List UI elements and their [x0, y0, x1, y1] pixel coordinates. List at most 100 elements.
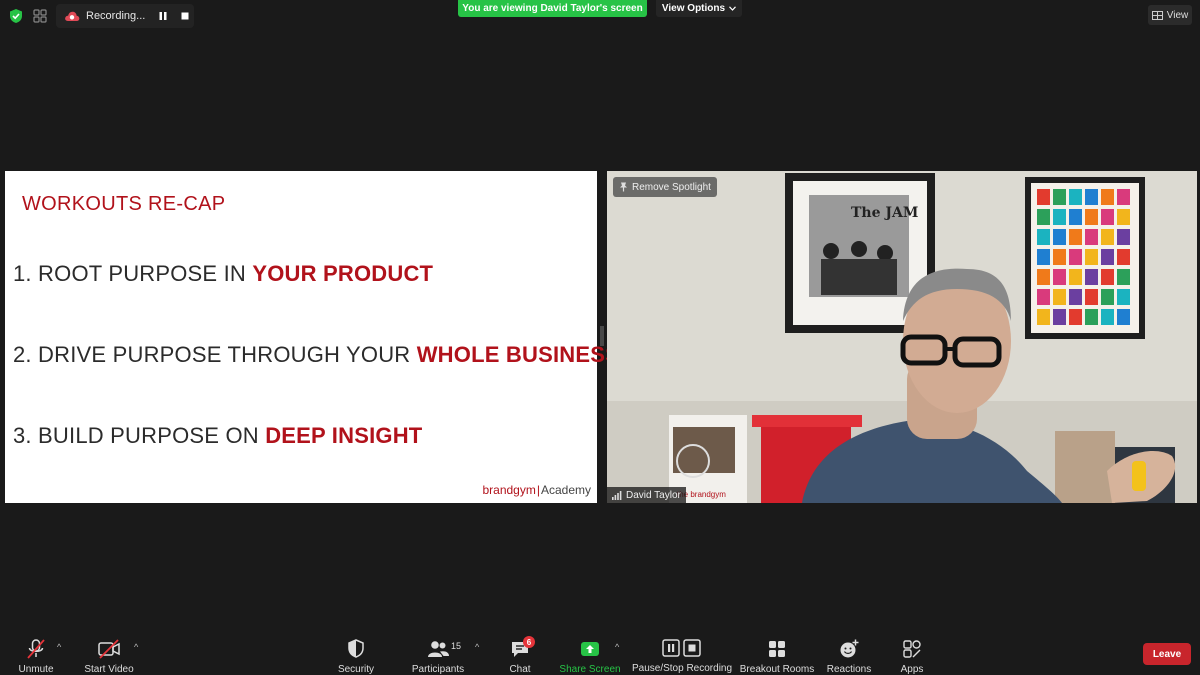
top-bar: Recording... You are viewing David Taylo… [0, 0, 1200, 32]
gallery-grid-icon[interactable] [32, 8, 48, 24]
print-tile [1069, 249, 1082, 265]
apps-button[interactable]: Apps [894, 628, 930, 675]
print-tile [1053, 309, 1066, 325]
print-tile [1117, 289, 1130, 305]
print-tile [1037, 209, 1050, 225]
print-tile [1069, 289, 1082, 305]
participants-button[interactable]: Participants [410, 628, 466, 675]
view-options-label: View Options [661, 3, 726, 14]
security-label: Security [337, 664, 375, 675]
print-tile [1101, 209, 1114, 225]
participants-caret-icon[interactable]: ^ [475, 642, 479, 652]
smiley-plus-icon [840, 639, 859, 658]
viewing-screen-banner: You are viewing David Taylor's screen [458, 0, 647, 17]
logo-brand: brandgym [482, 483, 536, 497]
print-tile [1053, 289, 1066, 305]
share-screen-label: Share Screen [559, 664, 621, 675]
speaker-video-tile: The JAM the brandgym Remove Spotlight Da… [607, 171, 1197, 503]
print-tile [1085, 289, 1098, 305]
security-button[interactable]: Security [333, 628, 379, 675]
poster-text: The JAM [851, 205, 918, 221]
start-video-button[interactable]: Start Video [80, 628, 138, 675]
print-tile [1117, 189, 1130, 205]
leave-button[interactable]: Leave [1143, 643, 1191, 665]
pause-recording-icon[interactable] [158, 11, 168, 21]
chevron-down-icon [729, 6, 737, 11]
print-tile [1101, 309, 1114, 325]
slide-point-emphasis: WHOLE BUSINESS [416, 342, 620, 367]
participants-label: Participants [411, 664, 465, 675]
print-tile [1101, 229, 1114, 245]
encryption-shield-icon[interactable] [8, 8, 24, 24]
print-tile [1117, 249, 1130, 265]
audio-options-caret-icon[interactable]: ^ [57, 642, 61, 652]
video-off-icon [98, 639, 120, 659]
chat-label: Chat [509, 664, 531, 675]
print-tile [1053, 189, 1066, 205]
print-tile [1085, 189, 1098, 205]
print-tile [1117, 209, 1130, 225]
print-tile [1037, 309, 1050, 325]
breakout-rooms-icon [769, 641, 785, 657]
start-video-label: Start Video [84, 664, 134, 675]
print-tile [1117, 269, 1130, 285]
remove-spotlight-button[interactable]: Remove Spotlight [613, 177, 717, 197]
print-tile [1037, 249, 1050, 265]
chat-button[interactable]: Chat [500, 628, 540, 675]
shared-screen-slide: WORKOUTS RE-CAP 1. ROOT PURPOSE IN YOUR … [5, 171, 620, 503]
slide-point-3: 3. BUILD PURPOSE ON DEEP INSIGHT [13, 423, 422, 449]
breakout-rooms-button[interactable]: Breakout Rooms [740, 628, 814, 675]
slide-title: WORKOUTS RE-CAP [22, 193, 226, 215]
print-tile [1053, 229, 1066, 245]
muted-microphone-icon [27, 639, 45, 659]
meeting-toolbar: Unmute ^ Start Video ^ Security Particip… [0, 628, 1200, 675]
print-tile [1069, 229, 1082, 245]
print-tile [1101, 269, 1114, 285]
view-button[interactable]: View [1148, 5, 1192, 25]
cloud-recording-icon [65, 11, 80, 21]
reactions-label: Reactions [826, 664, 872, 675]
security-shield-icon [348, 639, 364, 658]
print-tile [1085, 269, 1098, 285]
participants-count: 15 [451, 641, 462, 651]
recording-indicator: Recording... [56, 4, 194, 28]
print-tile [1085, 249, 1098, 265]
unmute-button[interactable]: Unmute [10, 628, 62, 675]
print-tile [1069, 309, 1082, 325]
print-tile [1037, 189, 1050, 205]
apps-icon [903, 640, 921, 658]
print-tile [1085, 309, 1098, 325]
reactions-button[interactable]: Reactions [826, 628, 872, 675]
share-screen-button[interactable]: Share Screen [559, 628, 621, 675]
print-tile [1117, 309, 1130, 325]
pause-stop-recording-label: Pause/Stop Recording [631, 663, 733, 674]
pin-icon [620, 182, 627, 192]
slide-point-2: 2. DRIVE PURPOSE THROUGH YOUR WHOLE BUSI… [13, 342, 620, 368]
share-options-caret-icon[interactable]: ^ [615, 642, 619, 652]
print-tile [1037, 229, 1050, 245]
print-tile [1053, 269, 1066, 285]
share-screen-icon [581, 642, 599, 656]
pause-stop-recording-button[interactable]: Pause/Stop Recording [631, 628, 733, 675]
slide-point-emphasis: YOUR PRODUCT [252, 261, 434, 286]
remove-spotlight-label: Remove Spotlight [632, 181, 711, 193]
stop-recording-icon[interactable] [180, 11, 190, 21]
participant-name: David Taylor [626, 489, 681, 501]
unmute-label: Unmute [18, 664, 54, 675]
slide-point-text: 1. ROOT PURPOSE IN [13, 261, 253, 286]
slide-point-text: 3. BUILD PURPOSE ON [13, 423, 266, 448]
video-options-caret-icon[interactable]: ^ [134, 642, 138, 652]
print-tile [1037, 269, 1050, 285]
view-options-button[interactable]: View Options [656, 0, 742, 17]
participant-name-tag: David Taylor [607, 487, 686, 503]
split-divider-handle[interactable] [600, 326, 604, 346]
print-tile [1101, 289, 1114, 305]
print-tile [1069, 209, 1082, 225]
print-tile [1101, 249, 1114, 265]
speaker-video-feed: The JAM the brandgym [607, 171, 1197, 503]
recording-label: Recording... [86, 10, 146, 22]
slide-point-1: 1. ROOT PURPOSE IN YOUR PRODUCT [13, 261, 433, 287]
print-tile [1085, 229, 1098, 245]
view-grid-icon [1151, 10, 1163, 20]
brandgym-academy-logo: brandgym|Academy [482, 483, 591, 497]
